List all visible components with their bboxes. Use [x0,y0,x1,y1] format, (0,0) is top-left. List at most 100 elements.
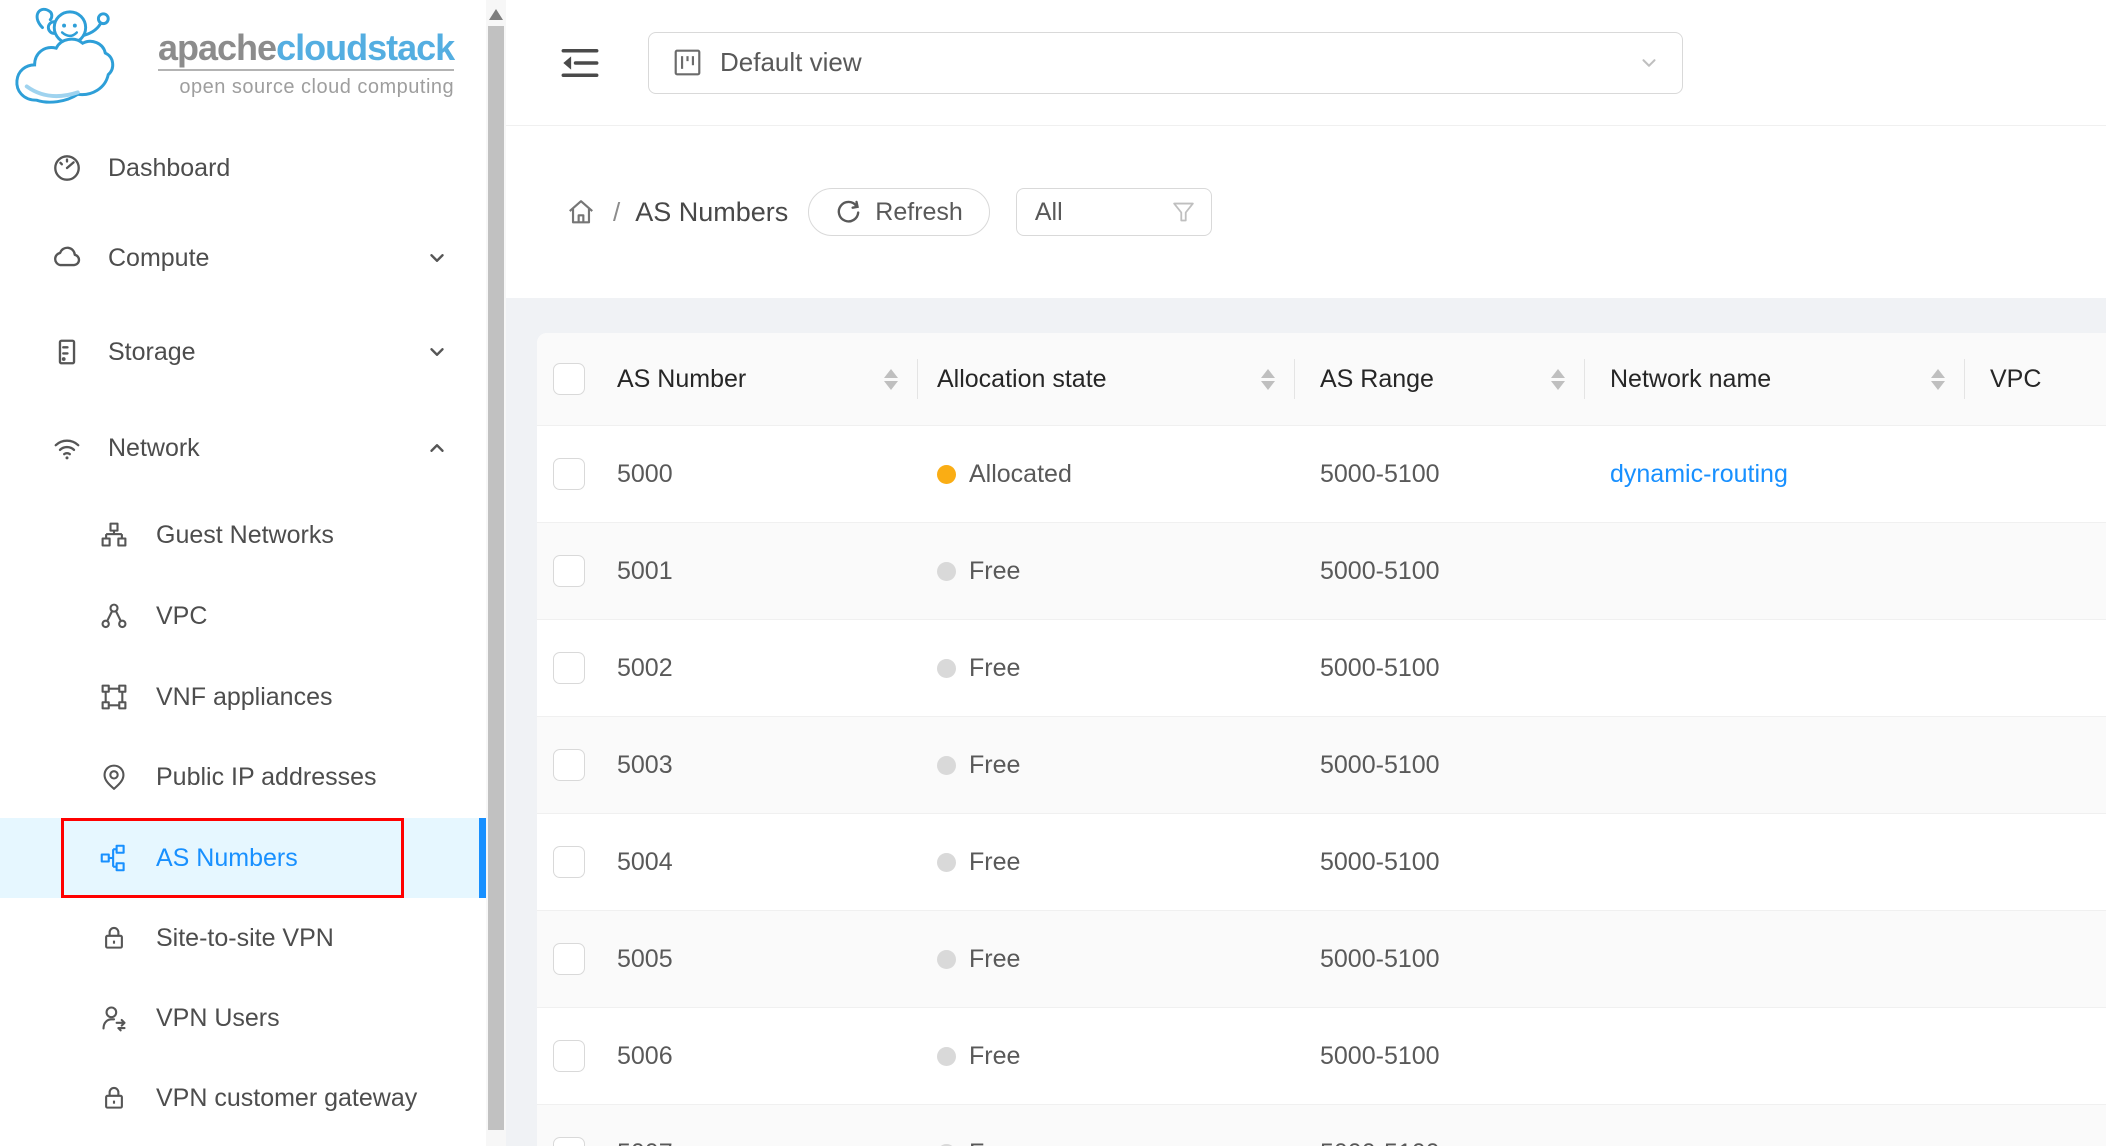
cloud-icon [52,243,82,273]
as-range-cell: 5000-5100 [1295,814,1585,910]
sidebar-item-public-ip-addresses[interactable]: Public IP addresses [0,737,486,817]
table-row: 5002 Free 5000-5100 [537,620,2106,717]
sort-carets-icon[interactable] [884,369,898,390]
sidebar-item-compute[interactable]: Compute [0,218,486,298]
allocation-state-cell: Free [918,911,1295,1007]
sidebar-item-vnf-appliances[interactable]: VNF appliances [0,657,486,737]
vpc-cell [1965,1105,2106,1146]
sidebar-item-guest-networks[interactable]: Guest Networks [0,495,486,575]
status-dot [937,465,956,484]
table-row: 5003 Free 5000-5100 [537,717,2106,814]
filter-funnel-icon [1171,200,1196,225]
sidebar-scrollbar[interactable] [486,0,506,1146]
as-number-cell: 5003 [601,717,918,813]
dashboard-icon [52,153,82,183]
allocation-state-label: Free [969,751,1020,780]
column-header-network-name[interactable]: Network name [1585,333,1965,425]
as-range-cell: 5000-5100 [1295,1105,1585,1146]
row-checkbox[interactable] [553,652,585,684]
column-header-as-number[interactable]: AS Number [601,333,918,425]
vpc-cell [1965,426,2106,522]
vnf-appliances-icon [100,683,128,711]
chevron-down-icon [426,247,448,269]
allocation-state-cell: Free [918,523,1295,619]
as-number-cell: 5007 [601,1105,918,1146]
sidebar-item-network[interactable]: Network [0,408,486,488]
chevron-down-icon [426,341,448,363]
as-range-cell: 5000-5100 [1295,1008,1585,1104]
row-checkbox[interactable] [553,943,585,975]
map-pin-icon [100,763,128,791]
home-icon[interactable] [566,197,596,227]
column-header-vpc[interactable]: VPC [1965,333,2106,425]
brand-tagline: open source cloud computing [158,69,454,99]
row-checkbox[interactable] [553,1040,585,1072]
network-link[interactable]: dynamic-routing [1610,460,1788,489]
guest-networks-icon [100,521,128,549]
scrollbar-up-arrow-icon[interactable] [489,9,503,20]
column-header-label: AS Number [617,365,746,394]
as-range-cell: 5000-5100 [1295,426,1585,522]
sidebar-item-vpn-users[interactable]: VPN Users [0,978,486,1058]
project-icon [673,48,702,77]
sidebar-item-label: Public IP addresses [156,763,377,792]
row-checkbox[interactable] [553,1137,585,1146]
sidebar-item-as-numbers[interactable]: AS Numbers [0,818,486,898]
app-logo: apachecloudstack open source cloud compu… [12,4,454,110]
table-row: 5007 Free 5000-5100 [537,1105,2106,1146]
status-dot [937,950,956,969]
network-name-cell [1585,523,1965,619]
content-area: AS Number Allocation state AS Range Netw… [506,298,2106,1146]
column-header-as-range[interactable]: AS Range [1295,333,1585,425]
vpc-cell [1965,814,2106,910]
select-all-checkbox[interactable] [553,363,585,395]
main-area: Default view / AS Numbers Refresh All [506,0,2106,1146]
scrollbar-thumb[interactable] [488,26,504,1130]
allocation-state-cell: Free [918,1105,1295,1146]
wifi-icon [52,433,82,463]
row-checkbox[interactable] [553,458,585,490]
filter-select[interactable]: All [1016,188,1212,236]
as-number-cell: 5001 [601,523,918,619]
sidebar-item-label: VNF appliances [156,683,332,712]
sidebar-item-vpn-customer-gateway[interactable]: VPN customer gateway [0,1058,486,1138]
menu-fold-icon [560,43,600,83]
sort-carets-icon[interactable] [1931,369,1945,390]
status-dot [937,853,956,872]
row-checkbox[interactable] [553,555,585,587]
column-header-label: Allocation state [937,365,1107,394]
brand-text: apachecloudstack open source cloud compu… [158,30,454,99]
cloudmonkey-logo-icon [12,4,122,110]
sort-carets-icon[interactable] [1551,369,1565,390]
network-name-cell: dynamic-routing [1585,426,1965,522]
lock-icon [100,924,128,952]
allocation-state-label: Free [969,848,1020,877]
row-select-cell [537,620,601,716]
refresh-button[interactable]: Refresh [808,188,990,236]
allocation-state-label: Free [969,654,1020,683]
column-header-label: AS Range [1320,365,1434,394]
status-dot [937,659,956,678]
column-header-allocation-state[interactable]: Allocation state [918,333,1295,425]
sidebar-item-label: Network [108,434,200,463]
sidebar-item-vpc[interactable]: VPC [0,576,486,656]
allocation-state-cell: Allocated [918,426,1295,522]
sidebar-item-site-to-site-vpn[interactable]: Site-to-site VPN [0,898,486,978]
network-name-cell [1585,1105,1965,1146]
as-number-cell: 5002 [601,620,918,716]
sort-carets-icon[interactable] [1261,369,1275,390]
sidebar-item-label: VPN customer gateway [156,1084,417,1113]
network-name-cell [1585,717,1965,813]
refresh-button-label: Refresh [875,198,963,227]
vpc-cell [1965,620,2106,716]
sidebar-item-label: Site-to-site VPN [156,924,334,953]
sidebar-item-storage[interactable]: Storage [0,312,486,392]
network-name-cell [1585,1008,1965,1104]
allocation-state-cell: Free [918,814,1295,910]
sidebar-collapse-button[interactable] [560,41,604,85]
allocation-state-label: Free [969,557,1020,586]
row-checkbox[interactable] [553,749,585,781]
sidebar-item-dashboard[interactable]: Dashboard [0,128,486,208]
row-checkbox[interactable] [553,846,585,878]
view-selector[interactable]: Default view [648,32,1683,94]
